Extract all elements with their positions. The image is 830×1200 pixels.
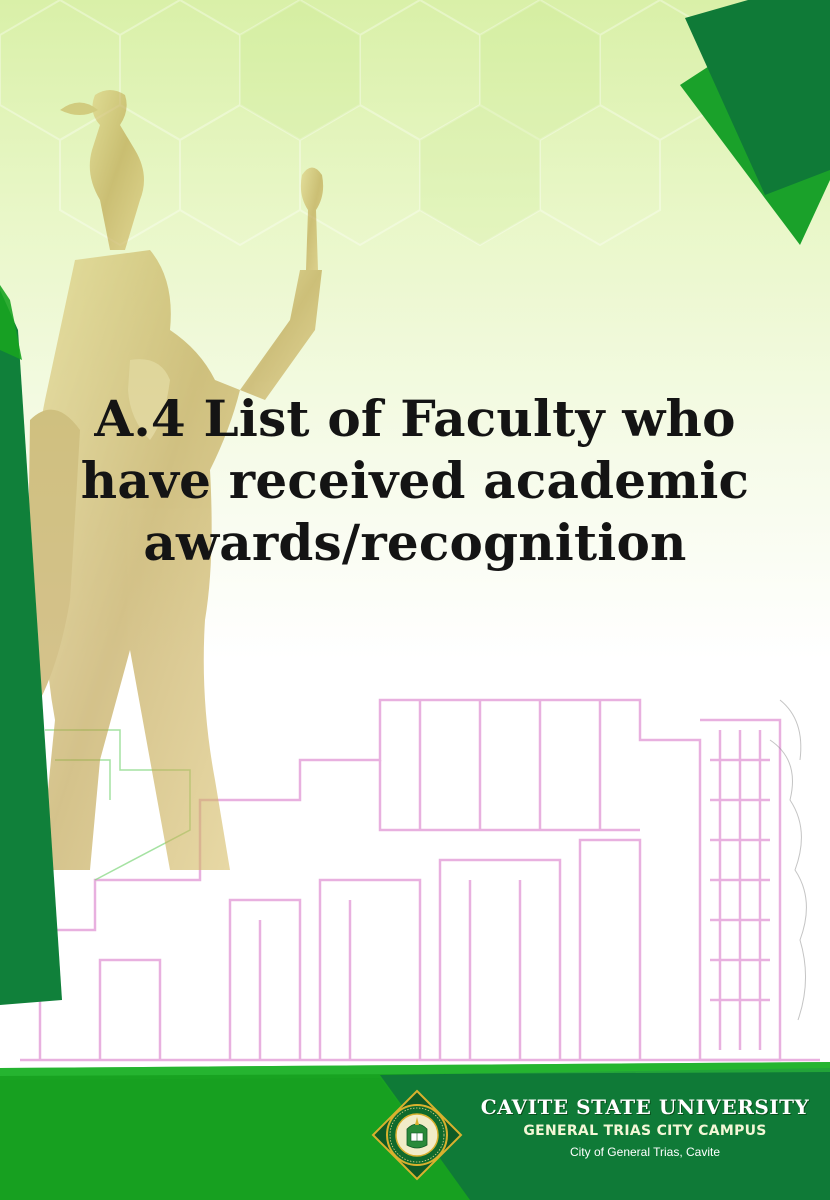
campus-name: GENERAL TRIAS CITY CAMPUS <box>523 1123 767 1139</box>
building-outline-illustration <box>20 698 820 1062</box>
title-line-1: A.4 List of Faculty who <box>94 389 736 448</box>
cover-page: A.4 List of Faculty who have received ac… <box>0 0 830 1200</box>
campus-address: City of General Trias, Cavite <box>569 1145 721 1159</box>
university-seal-icon <box>371 1089 463 1181</box>
footer-text: CAVITE STATE UNIVERSITY GENERAL TRIAS CI… <box>465 1094 825 1162</box>
top-right-green-accent <box>680 0 830 245</box>
document-title: A.4 List of Faculty who have received ac… <box>40 388 790 574</box>
title-line-2: have received academic <box>80 451 750 510</box>
title-line-3: awards/recognition <box>143 513 687 572</box>
cover-artwork <box>0 0 830 1200</box>
university-name: CAVITE STATE UNIVERSITY <box>480 1095 810 1119</box>
